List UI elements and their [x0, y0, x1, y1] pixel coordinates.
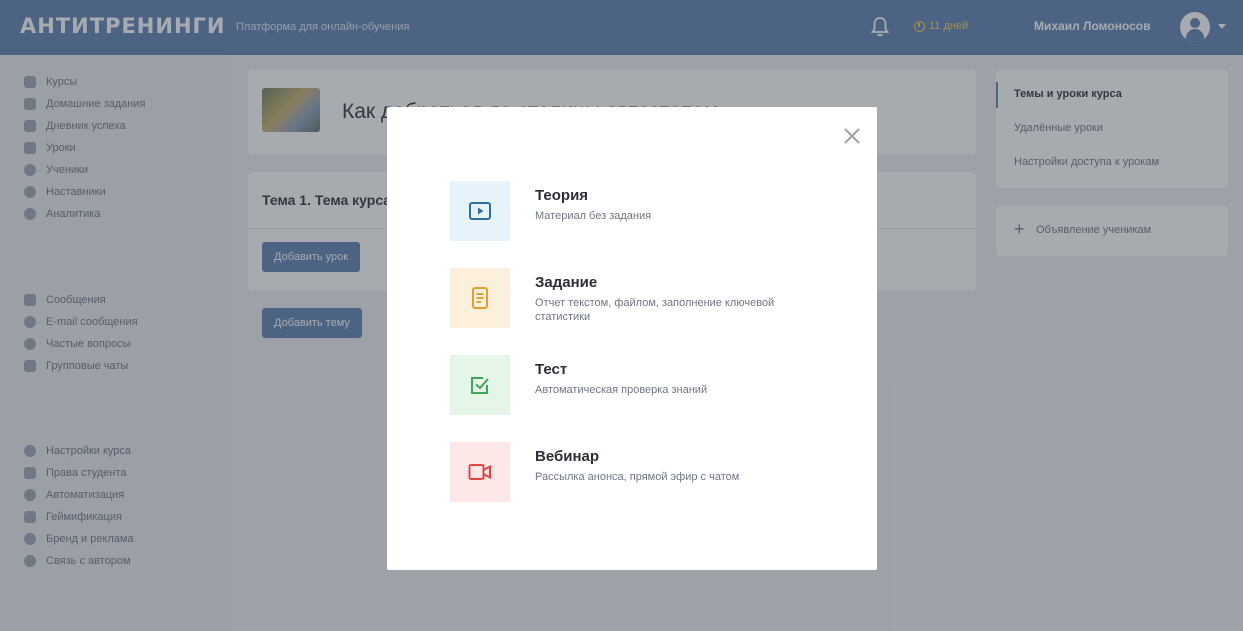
- checkbox-icon: [471, 377, 489, 394]
- play-icon-tile: [450, 181, 510, 241]
- option-title: Теория: [535, 187, 589, 204]
- option-description: Автоматическая проверка знаний: [535, 384, 708, 396]
- option-title: Вебинар: [535, 448, 600, 465]
- option-title: Задание: [535, 274, 598, 291]
- option-description: Материал без задания: [535, 210, 652, 222]
- document-icon: [472, 287, 488, 309]
- option-theory[interactable]: Теория Материал без задания: [450, 181, 830, 243]
- document-icon-tile: [450, 268, 510, 328]
- video-icon: [468, 464, 491, 480]
- close-icon[interactable]: [841, 125, 863, 147]
- lesson-type-modal: Теория Материал без задания Задание Отче…: [387, 107, 877, 570]
- checkbox-icon-tile: [450, 355, 510, 415]
- option-webinar[interactable]: Вебинар Рассылка анонса, прямой эфир с ч…: [450, 442, 830, 504]
- option-test[interactable]: Тест Автоматическая проверка знаний: [450, 355, 830, 417]
- play-icon: [469, 202, 491, 220]
- option-description: Рассылка анонса, прямой эфир с чатом: [535, 471, 740, 483]
- video-icon-tile: [450, 442, 510, 502]
- option-title: Тест: [535, 361, 568, 378]
- option-assignment[interactable]: Задание Отчет текстом, файлом, заполнени…: [450, 268, 830, 330]
- option-description: Отчет текстом, файлом, заполнение ключев…: [535, 297, 775, 323]
